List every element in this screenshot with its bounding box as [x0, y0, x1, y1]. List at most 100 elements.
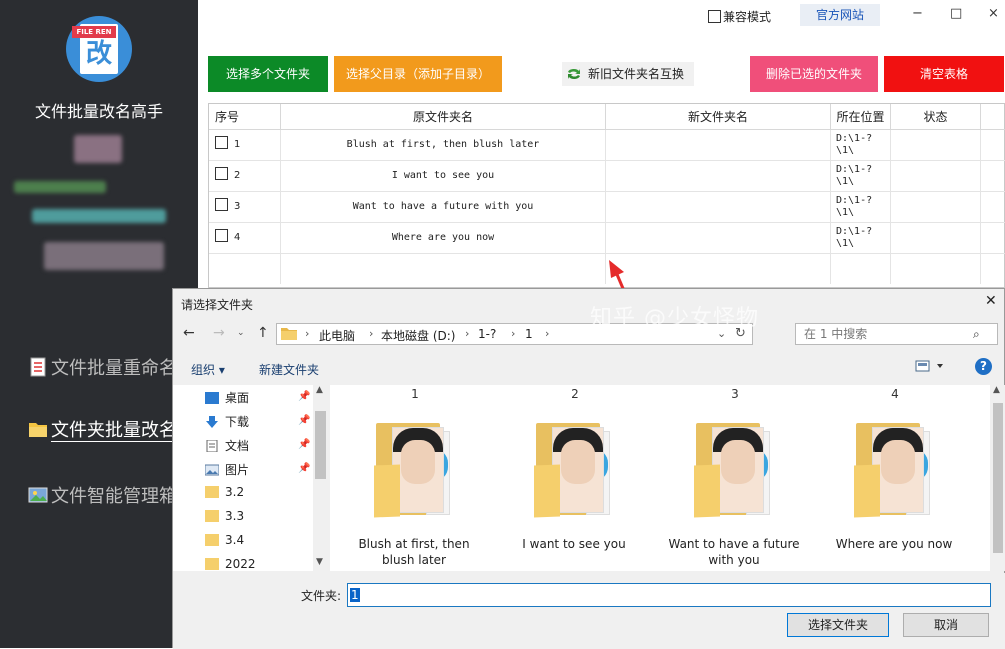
tree-item-folder[interactable]: 2022	[205, 557, 256, 571]
up-arrow-icon[interactable]: ↑	[257, 325, 269, 341]
row-new-name[interactable]	[606, 192, 831, 222]
new-folder-button[interactable]: 新建文件夹	[259, 361, 319, 378]
blurred-info	[74, 135, 122, 163]
folder-name-input[interactable]: 1	[347, 583, 991, 607]
folder-thumbnail-icon[interactable]	[692, 419, 774, 529]
compat-mode-toggle[interactable]: 兼容模式	[708, 8, 771, 25]
search-input[interactable]: 在 1 中搜索	[795, 323, 998, 345]
chevron-right-icon[interactable]: ›	[465, 327, 469, 340]
row-location: D:\1-? \1\	[831, 130, 891, 160]
row-checkbox[interactable]	[215, 136, 228, 149]
tree-label: 文档	[225, 439, 250, 453]
row-new-name[interactable]	[606, 223, 831, 253]
breadcrumb-item[interactable]: 1-?	[478, 327, 496, 341]
folder-name[interactable]: Where are you now	[824, 536, 964, 552]
nav-label: 文件智能管理箱	[51, 486, 177, 507]
view-options-icon[interactable]	[915, 359, 945, 376]
document-list-icon	[28, 357, 48, 377]
nav-label: 文件夹批量改名	[51, 420, 177, 442]
select-parent-dir-button[interactable]: 选择父目录（添加子目录）	[334, 56, 502, 92]
app-title: 文件批量改名高手	[34, 102, 163, 121]
select-folder-button[interactable]: 选择文件夹	[787, 613, 889, 637]
recent-dropdown-icon[interactable]: ⌄	[237, 328, 245, 338]
scroll-thumb[interactable]	[993, 403, 1003, 553]
row-index: 1	[209, 130, 281, 160]
swap-label: 新旧文件夹名互换	[588, 67, 685, 81]
nav-file-smart-manager[interactable]: 文件智能管理箱	[28, 482, 177, 508]
help-icon[interactable]: ?	[975, 358, 992, 375]
folder-name[interactable]: I want to see you	[504, 536, 644, 552]
group-number: 3	[731, 387, 739, 401]
row-status	[891, 130, 981, 160]
nav-file-batch-rename[interactable]: 文件批量重命名	[28, 354, 177, 380]
delete-selected-folders-button[interactable]: 删除已选的文件夹	[750, 56, 878, 92]
col-header-filler	[981, 104, 1005, 130]
tree-item-folder[interactable]: 3.4	[205, 533, 244, 547]
breadcrumb-item[interactable]: 此电脑	[319, 327, 355, 344]
folder-thumbnail-icon[interactable]	[852, 419, 934, 529]
row-index: 4	[209, 223, 281, 253]
breadcrumb-item[interactable]: 1	[525, 327, 533, 341]
scroll-up-icon[interactable]: ▲	[316, 385, 323, 395]
back-arrow-icon[interactable]: ←	[183, 325, 195, 341]
folder-name[interactable]: Blush at first, then blush later	[344, 536, 484, 568]
nav-folder-batch-rename[interactable]: 文件夹批量改名	[28, 416, 177, 442]
tree-item-folder[interactable]: 3.2	[205, 485, 244, 499]
table-row[interactable]: 3 Want to have a future with you D:\1-? …	[209, 192, 1005, 223]
tree-item-documents[interactable]: 文档	[205, 437, 249, 454]
empty-cell	[606, 254, 831, 284]
folder-view-scrollbar[interactable]: ▲	[990, 385, 1005, 571]
organize-menu[interactable]: 组织 ▾	[191, 361, 225, 378]
row-checkbox[interactable]	[215, 167, 228, 180]
navigation-scrollbar[interactable]: ▲ ▼	[313, 385, 328, 571]
folder-name[interactable]: Want to have a future with you	[664, 536, 804, 568]
row-new-name[interactable]	[606, 130, 831, 160]
table-row[interactable]: 1 Blush at first, then blush later D:\1-…	[209, 130, 1005, 161]
scroll-thumb[interactable]	[315, 411, 326, 479]
swap-names-button[interactable]: 新旧文件夹名互换	[562, 62, 694, 86]
close-button[interactable]: ×	[988, 6, 999, 21]
pin-icon[interactable]: 📌	[298, 463, 310, 474]
tree-label: 3.4	[225, 533, 245, 547]
scroll-down-icon[interactable]: ▼	[316, 557, 323, 567]
official-site-button[interactable]: 官方网站	[800, 4, 880, 26]
tree-item-pictures[interactable]: 图片	[204, 461, 250, 478]
chevron-right-icon[interactable]: ›	[545, 327, 549, 340]
tree-item-downloads[interactable]: 下载	[205, 413, 249, 430]
row-new-name[interactable]	[606, 161, 831, 191]
minimize-button[interactable]: −	[912, 6, 923, 21]
table-row[interactable]: 4 Where are you now D:\1-? \1\	[209, 223, 1005, 254]
pin-icon[interactable]: 📌	[298, 415, 310, 426]
maximize-button[interactable]: □	[950, 6, 962, 21]
scroll-up-icon[interactable]: ▲	[993, 385, 1000, 395]
chevron-right-icon[interactable]: ›	[511, 327, 515, 340]
dialog-title: 请选择文件夹	[181, 298, 254, 312]
row-original-name: Where are you now	[281, 223, 606, 253]
tree-item-folder[interactable]: 3.3	[205, 509, 244, 523]
clear-table-button[interactable]: 清空表格	[884, 56, 1004, 92]
portrait-face	[721, 440, 755, 484]
folder-thumbnail-icon[interactable]	[372, 419, 454, 529]
row-status	[891, 192, 981, 222]
pin-icon[interactable]: 📌	[298, 439, 310, 450]
chevron-right-icon[interactable]: ›	[305, 327, 309, 340]
cancel-button[interactable]: 取消	[903, 613, 989, 637]
tree-label: 图片	[225, 463, 250, 477]
tree-item-desktop[interactable]: 桌面	[205, 389, 249, 406]
pin-icon[interactable]: 📌	[298, 391, 310, 402]
breadcrumb-item[interactable]: 本地磁盘 (D:)	[381, 327, 455, 344]
forward-arrow-icon[interactable]: →	[213, 325, 225, 341]
row-index-number: 4	[234, 232, 241, 243]
select-multiple-folders-button[interactable]: 选择多个文件夹	[208, 56, 328, 92]
table-row[interactable]: 2 I want to see you D:\1-? \1\	[209, 161, 1005, 192]
row-checkbox[interactable]	[215, 198, 228, 211]
row-original-name: Want to have a future with you	[281, 192, 606, 222]
row-checkbox[interactable]	[215, 229, 228, 242]
chevron-right-icon[interactable]: ›	[369, 327, 373, 340]
search-icon[interactable]: ⌕	[973, 327, 980, 342]
dialog-close-button[interactable]: ✕	[985, 293, 997, 309]
tree-label: 3.2	[225, 485, 245, 499]
folder-thumbnail-icon[interactable]	[532, 419, 614, 529]
checkbox-icon[interactable]	[708, 10, 721, 23]
select-folder-dialog: 请选择文件夹 ✕ ← → ⌄ ↑ › 此电脑 › 本地磁盘 (D:) › 1-?…	[172, 288, 1005, 649]
